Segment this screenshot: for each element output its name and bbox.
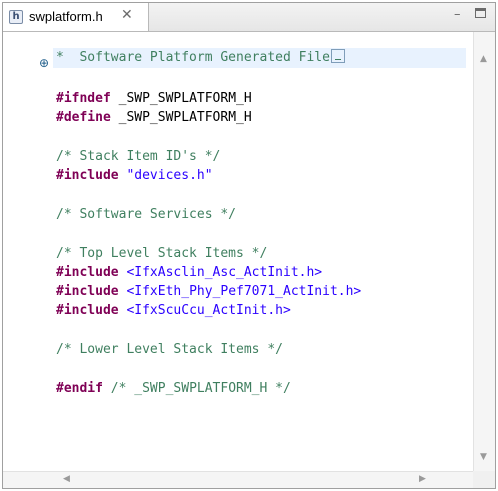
scroll-left-icon[interactable]: ◀ [63,474,70,484]
comment: /* Stack Item ID's */ [56,149,221,164]
code-line-13: #include <IfxEth_Phy_Pef7071_ActInit.h> [56,282,361,302]
editor-view: h swplatform.h ✕ – ⊕ * Software Platform… [2,2,496,489]
comment: /* _SWP_SWPLATFORM_H */ [110,381,291,396]
macro-name: _SWP_SWPLATFORM_H [110,91,252,106]
vertical-ruler [3,32,29,471]
code-line-6: /* Stack Item ID's */ [56,147,220,167]
comment: /* Top Level Stack Items */ [56,246,268,261]
macro-name: _SWP_SWPLATFORM_H [110,110,252,125]
tab-swplatform-h[interactable]: h swplatform.h ✕ [3,3,149,31]
tab-title: swplatform.h [29,9,103,24]
keyword: #define [56,110,111,125]
scrollbar-corner [473,471,495,488]
comment: /* Software Services */ [56,207,237,222]
close-icon[interactable]: ✕ [121,7,133,23]
scroll-up-icon[interactable]: ▲ [480,54,487,64]
code-line-18: #endif /* _SWP_SWPLATFORM_H */ [56,379,291,399]
keyword: #include [56,168,119,183]
vertical-scrollbar[interactable]: ▲ ▼ [473,32,495,471]
comment: /* Lower Level Stack Items */ [56,342,283,357]
keyword: #include [56,265,119,280]
code-editor[interactable]: ⊕ * Software Platform Generated File #if… [3,32,473,471]
keyword: #endif [56,381,103,396]
code-line-11: /* Top Level Stack Items */ [56,244,267,264]
keyword: #include [56,303,119,318]
header-file-icon: h [9,10,23,24]
include-path: <IfxAsclin_Asc_ActInit.h> [126,265,323,280]
code-line-1: * Software Platform Generated File [53,48,466,68]
keyword: #ifndef [56,91,111,106]
tab-bar: h swplatform.h ✕ – [3,3,495,32]
include-path: <IfxScuCcu_ActInit.h> [126,303,291,318]
keyword: #include [56,284,119,299]
code-line-14: #include <IfxScuCcu_ActInit.h> [56,301,291,321]
code-line-4: #define _SWP_SWPLATFORM_H [56,108,252,128]
code-line-9: /* Software Services */ [56,205,236,225]
scroll-right-icon[interactable]: ▶ [419,474,426,484]
include-path: <IfxEth_Phy_Pef7071_ActInit.h> [126,284,362,299]
code-line-7: #include "devices.h" [56,166,213,186]
minimize-icon[interactable]: – [454,7,461,22]
code-line-12: #include <IfxAsclin_Asc_ActInit.h> [56,263,322,283]
maximize-icon[interactable] [475,8,486,18]
code-line-3: #ifndef _SWP_SWPLATFORM_H [56,89,252,109]
fold-expand-icon[interactable]: ⊕ [39,56,49,70]
code-line-16: /* Lower Level Stack Items */ [56,340,283,360]
horizontal-scrollbar[interactable]: ◀ ▶ [3,471,473,488]
include-string: "devices.h" [126,168,213,183]
comment: * Software Platform Generated File [56,50,330,65]
scroll-down-icon[interactable]: ▼ [480,452,487,462]
collapsed-comment-icon[interactable] [330,49,345,63]
